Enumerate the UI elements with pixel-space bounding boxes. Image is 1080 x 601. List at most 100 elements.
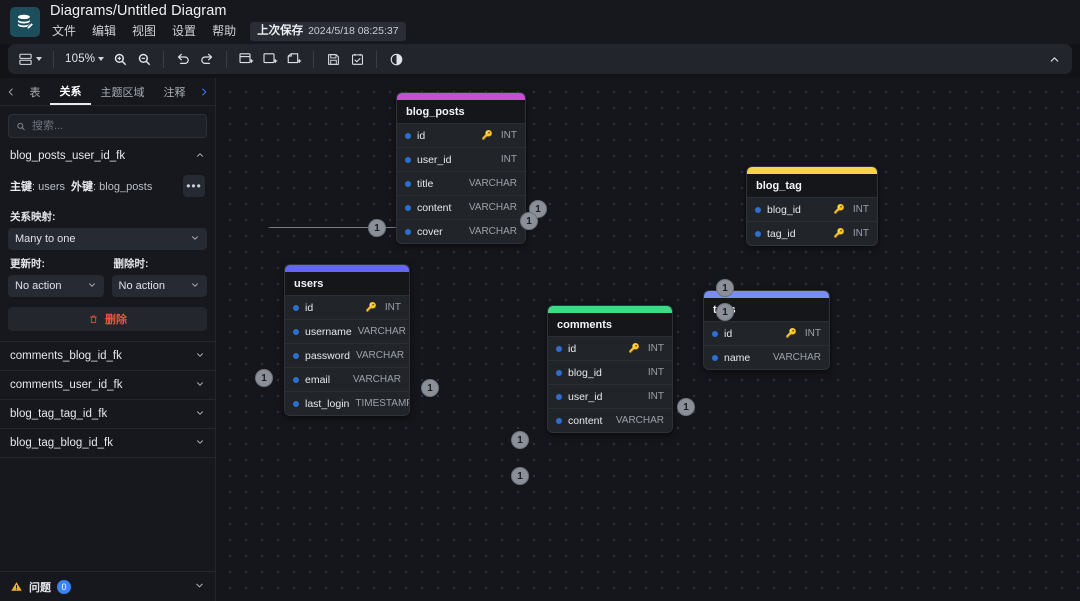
add-table-button[interactable] [234, 47, 258, 71]
cardinality-badge[interactable]: 1 [511, 467, 529, 485]
relationship-item: blog_tag_tag_id_fk [0, 400, 215, 429]
relationship-more-button[interactable]: ••• [183, 175, 205, 197]
theme-toggle-button[interactable] [384, 47, 408, 71]
field-type: TIMESTAMP [355, 398, 410, 409]
tabs-scroll-right-button[interactable] [195, 78, 213, 105]
table-field-row[interactable]: id 🔑 INT [548, 336, 672, 360]
relationship-header[interactable]: blog_tag_tag_id_fk [0, 400, 215, 428]
table-field-row[interactable]: id 🔑 INT [704, 321, 829, 345]
table-field-row[interactable]: title VARCHAR [397, 171, 525, 195]
cardinality-label: 关系映射: [10, 209, 207, 224]
relationship-header[interactable]: blog_posts_user_id_fk [0, 142, 215, 170]
table-field-row[interactable]: id 🔑 INT [397, 123, 525, 147]
table-field-row[interactable]: id 🔑 INT [285, 295, 409, 319]
zoom-in-button[interactable] [108, 47, 132, 71]
cardinality-badge[interactable]: 1 [421, 379, 439, 397]
add-note-button[interactable] [282, 47, 306, 71]
foreign-key-label: 外键 [71, 181, 93, 193]
table-field-row[interactable]: tag_id 🔑 INT [747, 221, 877, 245]
delete-label: 删除 [105, 311, 127, 327]
table-node-blog-posts[interactable]: blog_posts id 🔑 INT user_id INT title VA… [396, 92, 526, 244]
delete-relationship-button[interactable]: 删除 [8, 307, 207, 331]
table-field-row[interactable]: username VARCHAR [285, 319, 409, 343]
diagram-canvas[interactable]: blog_posts id 🔑 INT user_id INT title VA… [216, 78, 1080, 601]
menu-edit[interactable]: 编辑 [84, 22, 124, 41]
chevron-down-icon[interactable] [195, 379, 205, 392]
table-node-tags[interactable]: tags id 🔑 INT name VARCHAR [703, 290, 830, 370]
relationship-header[interactable]: comments_user_id_fk [0, 371, 215, 399]
relationship-header[interactable]: blog_tag_blog_id_fk [0, 429, 215, 457]
sidebar: 表 关系 主题区域 注释 [0, 78, 216, 601]
cardinality-badge[interactable]: 1 [255, 369, 273, 387]
on-delete-select[interactable]: No action [112, 275, 208, 297]
zoom-level-button[interactable]: 105% [61, 47, 108, 71]
issues-status-bar[interactable]: 问题 0 [0, 571, 215, 601]
zoom-out-icon [137, 52, 152, 67]
expand-issues-button[interactable] [194, 578, 205, 596]
chevron-down-icon[interactable] [195, 437, 205, 450]
tab-notes[interactable]: 注释 [154, 78, 195, 105]
cardinality-badge[interactable]: 1 [677, 398, 695, 416]
on-update-label: 更新时: [10, 256, 104, 271]
search-input[interactable] [32, 120, 199, 132]
field-dot-icon [755, 207, 761, 213]
table-field-row[interactable]: blog_id INT [548, 360, 672, 384]
table-field-row[interactable]: last_login TIMESTAMP [285, 391, 409, 415]
collapse-toolbar-button[interactable] [1042, 47, 1066, 71]
table-field-row[interactable]: user_id INT [548, 384, 672, 408]
table-field-row[interactable]: name VARCHAR [704, 345, 829, 369]
menu-view[interactable]: 视图 [124, 22, 164, 41]
table-field-row[interactable]: email VARCHAR [285, 367, 409, 391]
field-name: id [305, 302, 360, 314]
table-color-bar [747, 167, 877, 174]
table-node-comments[interactable]: comments id 🔑 INT blog_id INT user_id IN… [547, 305, 673, 433]
on-update-select[interactable]: No action [8, 275, 104, 297]
table-node-blog-tag[interactable]: blog_tag blog_id 🔑 INT tag_id 🔑 INT [746, 166, 878, 246]
chevron-left-icon [6, 87, 16, 97]
save-button[interactable] [321, 47, 345, 71]
table-field-row[interactable]: blog_id 🔑 INT [747, 197, 877, 221]
table-node-users[interactable]: users id 🔑 INT username VARCHAR password… [284, 264, 410, 416]
add-area-button[interactable] [258, 47, 282, 71]
table-field-row[interactable]: user_id INT [397, 147, 525, 171]
layout-menu-button[interactable] [14, 47, 46, 71]
cardinality-badge[interactable]: 1 [368, 219, 386, 237]
zoom-out-button[interactable] [132, 47, 156, 71]
search-section [0, 106, 215, 142]
chevron-down-icon[interactable] [195, 408, 205, 421]
relationship-name: blog_posts_user_id_fk [10, 150, 125, 162]
issues-count-badge: 0 [57, 580, 71, 594]
tab-subject-areas[interactable]: 主题区域 [91, 78, 154, 105]
menu-help[interactable]: 帮助 [204, 22, 244, 41]
cardinality-badge[interactable]: 1 [520, 212, 538, 230]
table-field-row[interactable]: content VARCHAR [548, 408, 672, 432]
field-dot-icon [293, 353, 299, 359]
table-field-row[interactable]: cover VARCHAR [397, 219, 525, 243]
commit-button[interactable] [345, 47, 369, 71]
cardinality-badge[interactable]: 1 [511, 431, 529, 449]
table-field-row[interactable]: password VARCHAR [285, 343, 409, 367]
undo-button[interactable] [171, 47, 195, 71]
redo-button[interactable] [195, 47, 219, 71]
tab-tables[interactable]: 表 [20, 78, 50, 105]
cardinality-select[interactable]: Many to one [8, 228, 207, 250]
tabs-scroll-left-button[interactable] [2, 78, 20, 105]
table-field-row[interactable]: content VARCHAR [397, 195, 525, 219]
tab-relationships[interactable]: 关系 [50, 78, 91, 105]
field-dot-icon [556, 370, 562, 376]
field-name: tag_id [767, 228, 828, 240]
chevron-down-icon[interactable] [195, 350, 205, 363]
field-type: INT [648, 367, 664, 378]
menu-file[interactable]: 文件 [50, 22, 84, 41]
search-box[interactable] [8, 114, 207, 138]
on-update-group: 更新时: No action [8, 250, 104, 297]
chevron-up-icon[interactable] [195, 150, 205, 163]
menu-settings[interactable]: 设置 [164, 22, 204, 41]
issues-group: 问题 0 [10, 579, 71, 595]
cardinality-badge[interactable]: 1 [716, 303, 734, 321]
relationship-header[interactable]: comments_blog_id_fk [0, 342, 215, 370]
last-saved-label: 上次保存 [257, 24, 303, 39]
cardinality-badge[interactable]: 1 [716, 279, 734, 297]
primary-key-value: users [38, 181, 65, 193]
field-name: id [724, 328, 780, 340]
